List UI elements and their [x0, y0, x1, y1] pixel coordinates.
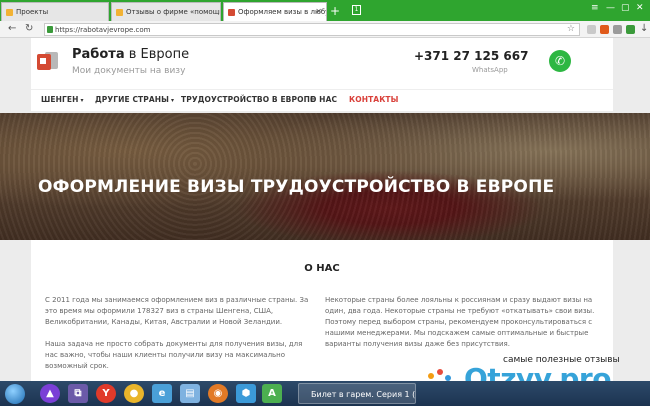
- tab-visa-active[interactable]: Оформляем визы в любу ✕: [223, 2, 327, 21]
- chevron-down-icon: ▾: [171, 97, 175, 104]
- reload-icon[interactable]: ↻: [25, 23, 33, 34]
- lock-icon: [47, 26, 53, 33]
- browser-tab-strip: Проекты Отзывы о фирме «помощь с и Оформ…: [0, 0, 650, 21]
- chrome-icon[interactable]: ●: [124, 384, 144, 403]
- about-paragraph: Некоторые страны более лояльны к россиян…: [325, 296, 595, 348]
- chevron-down-icon: ▾: [80, 97, 84, 104]
- tab-label: Оформляем визы в любу: [238, 8, 327, 16]
- hero-title: ОФОРМЛЕНИЕ ВИЗЫ ТРУДОУСТРОЙСТВО В ЕВРОПЕ: [38, 177, 555, 197]
- whatsapp-icon[interactable]: ✆: [549, 50, 571, 72]
- back-icon[interactable]: ←: [8, 23, 16, 34]
- tab-label: Отзывы о фирме «помощь с и: [126, 8, 221, 16]
- close-window-icon[interactable]: ✕: [636, 3, 644, 13]
- url-input[interactable]: https://rabotavjevrope.com ☆: [44, 23, 580, 36]
- menu-icon[interactable]: ≡: [591, 3, 599, 13]
- app-icon[interactable]: ⧉: [68, 384, 88, 403]
- nav-item-other-countries[interactable]: ДРУГИЕ СТРАНЫ ▾: [95, 95, 174, 104]
- extension-icon[interactable]: [613, 25, 622, 34]
- explorer-icon[interactable]: ▤: [180, 384, 200, 403]
- yandex-browser-icon[interactable]: Y: [96, 384, 116, 403]
- edge-icon[interactable]: e: [152, 384, 172, 403]
- url-text: https://rabotavjevrope.com: [55, 26, 151, 34]
- site-header: Работа в Европе Мои документы на визу +3…: [31, 38, 613, 89]
- taskbar: ▲ ⧉ Y ● e ▤ ◉ ⬢ A Билет в гарем. Серия 1…: [0, 381, 650, 406]
- close-icon[interactable]: ✕: [315, 7, 322, 16]
- nav-item-about[interactable]: О НАС: [310, 95, 337, 104]
- firefox-icon[interactable]: ◉: [208, 384, 228, 403]
- maximize-icon[interactable]: ▢: [621, 3, 630, 13]
- about-paragraph: С 2011 года мы занимаемся оформлением ви…: [45, 296, 309, 326]
- extension-icon[interactable]: [626, 25, 635, 34]
- nav-item-contacts[interactable]: КОНТАКТЫ: [349, 95, 399, 104]
- tab-label: Проекты: [16, 8, 49, 16]
- page-icon: [116, 9, 123, 16]
- web-page: Работа в Европе Мои документы на визу +3…: [0, 38, 650, 381]
- new-tab-icon[interactable]: +: [330, 4, 340, 18]
- app-icon[interactable]: A: [262, 384, 282, 403]
- download-icon[interactable]: ↓: [640, 23, 648, 34]
- hero-banner: ОФОРМЛЕНИЕ ВИЗЫ ТРУДОУСТРОЙСТВО В ЕВРОПЕ: [0, 113, 650, 240]
- taskbar-item-media-player[interactable]: Билет в гарем. Серия 1 (20: [298, 383, 416, 404]
- nav-item-employment[interactable]: ТРУДОУСТРОЙСТВО В ЕВРОПЕ: [181, 95, 315, 104]
- whatsapp-label: WhatsApp: [472, 66, 508, 74]
- page-icon: [6, 9, 13, 16]
- main-nav: ШЕНГЕН ▾ ДРУГИЕ СТРАНЫ ▾ ТРУДОУСТРОЙСТВО В…: [31, 89, 613, 111]
- tab-projects[interactable]: Проекты: [1, 2, 109, 21]
- about-paragraph: Наша задача не просто собрать документы …: [45, 340, 303, 370]
- tabs-list-icon[interactable]: 1: [352, 5, 361, 15]
- minimize-icon[interactable]: —: [606, 3, 615, 13]
- site-brand[interactable]: Работа в Европе: [72, 47, 189, 62]
- site-logo-icon[interactable]: [37, 50, 58, 71]
- extension-icon[interactable]: [587, 25, 596, 34]
- bookmark-star-icon[interactable]: ☆: [567, 24, 575, 34]
- section-title: О НАС: [304, 263, 340, 274]
- start-button-icon[interactable]: [5, 384, 25, 404]
- app-icon[interactable]: ⬢: [236, 384, 256, 403]
- tab-reviews[interactable]: Отзывы о фирме «помощь с и: [111, 2, 221, 21]
- address-bar: ← ↻ https://rabotavjevrope.com ☆ ↓: [0, 21, 650, 38]
- alice-icon[interactable]: ▲: [40, 384, 60, 403]
- phone-number[interactable]: +371 27 125 667: [414, 49, 528, 63]
- site-tagline: Мои документы на визу: [72, 66, 186, 76]
- extension-icon[interactable]: [600, 25, 609, 34]
- page-icon: [228, 9, 235, 16]
- nav-item-schengen[interactable]: ШЕНГЕН ▾: [41, 95, 84, 104]
